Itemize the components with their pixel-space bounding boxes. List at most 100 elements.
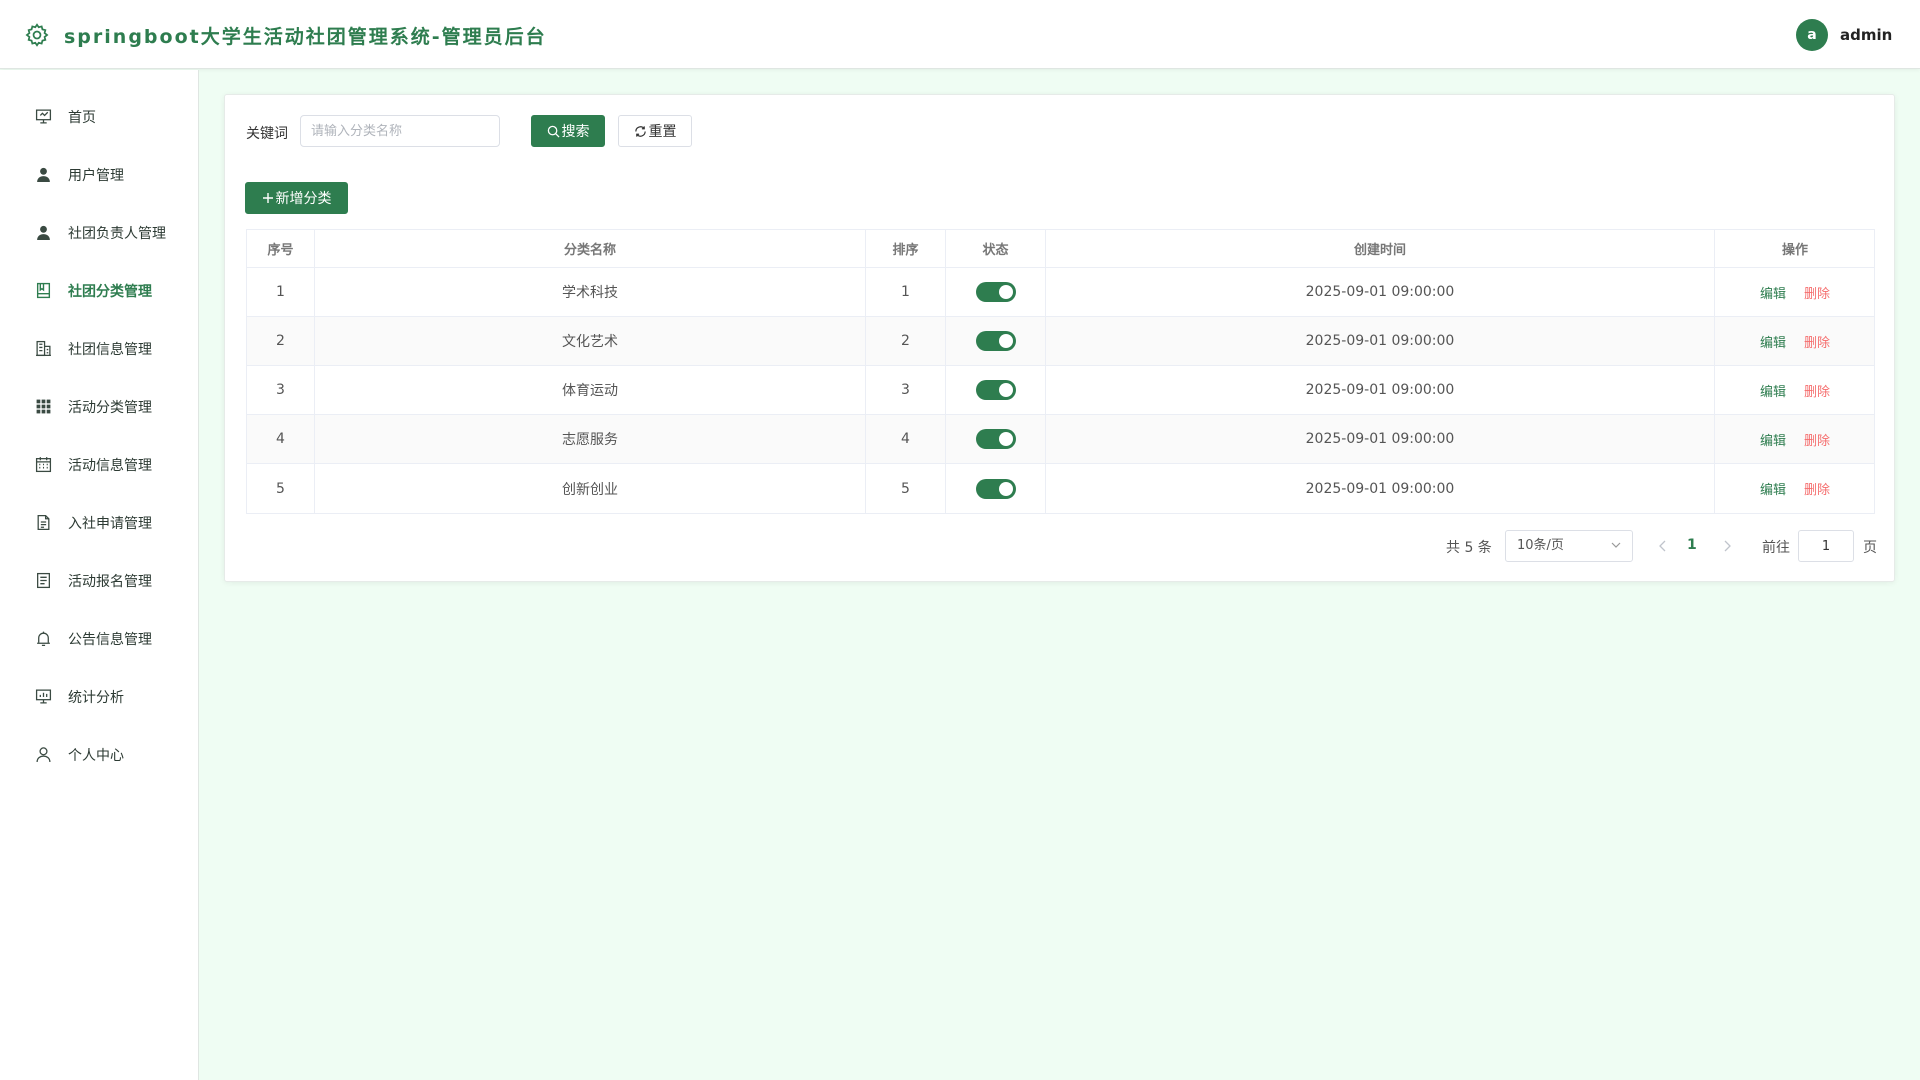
cell-sort: 3: [866, 366, 946, 414]
sidebar-item-label: 社团信息管理: [68, 342, 152, 358]
delete-link[interactable]: 删除: [1804, 381, 1830, 400]
category-table: 序号 分类名称 排序 状态 创建时间 操作 1 学术科技 1 2025-09-0…: [246, 229, 1875, 514]
sidebar-item-label: 首页: [68, 110, 96, 126]
page-suffix: 页: [1863, 540, 1877, 556]
sidebar-item-activity-categories[interactable]: 活动分类管理: [0, 384, 198, 428]
sidebar-item-label: 个人中心: [68, 748, 124, 764]
table-row: 4 志愿服务 4 2025-09-01 09:00:00 编辑 删除: [247, 415, 1874, 464]
cell-created: 2025-09-01 09:00:00: [1046, 415, 1715, 463]
cell-sort: 2: [866, 317, 946, 365]
sidebar-item-statistics[interactable]: 统计分析: [0, 674, 198, 718]
gear-icon: [25, 23, 49, 47]
cell-status: [946, 268, 1046, 316]
cell-name: 志愿服务: [315, 415, 866, 463]
sidebar-item-club-categories[interactable]: 社团分类管理: [0, 268, 198, 312]
sidebar-item-label: 统计分析: [68, 690, 124, 706]
cell-index: 4: [247, 415, 315, 463]
delete-link[interactable]: 删除: [1804, 430, 1830, 449]
column-header: 分类名称: [315, 230, 866, 267]
user-filled-icon: [37, 225, 50, 240]
sidebar-item-announcements[interactable]: 公告信息管理: [0, 616, 198, 660]
keyword-label: 关键词: [246, 126, 288, 142]
cell-name: 学术科技: [315, 268, 866, 316]
page-size-select[interactable]: 10条/页: [1505, 530, 1633, 562]
sidebar-item-label: 用户管理: [68, 168, 124, 184]
delete-link[interactable]: 删除: [1804, 283, 1830, 302]
notebook-icon: [36, 282, 51, 299]
sidebar-item-profile[interactable]: 个人中心: [0, 732, 198, 776]
cell-created: 2025-09-01 09:00:00: [1046, 464, 1715, 513]
search-button[interactable]: 搜索: [531, 115, 605, 147]
edit-link[interactable]: 编辑: [1760, 430, 1786, 449]
refresh-icon: [634, 125, 646, 137]
chevron-right-icon[interactable]: [1719, 538, 1735, 554]
delete-link[interactable]: 删除: [1804, 479, 1830, 498]
document-icon: [37, 514, 50, 531]
edit-link[interactable]: 编辑: [1760, 479, 1786, 498]
cell-status: [946, 366, 1046, 414]
page-number-current[interactable]: 1: [1687, 537, 1697, 553]
table-row: 5 创新创业 5 2025-09-01 09:00:00 编辑 删除: [247, 464, 1874, 513]
data-board-icon: [35, 689, 52, 704]
goto-label: 前往: [1762, 540, 1790, 556]
add-button-label: 新增分类: [275, 191, 332, 207]
sidebar-item-label: 活动信息管理: [68, 458, 152, 474]
status-switch[interactable]: [975, 380, 1016, 400]
cell-index: 3: [247, 366, 315, 414]
page-size-value: 10条/页: [1517, 538, 1564, 553]
column-header: 创建时间: [1046, 230, 1715, 267]
add-category-button[interactable]: 新增分类: [245, 182, 348, 214]
sidebar: 首页 用户管理 社团负责人管理 社团分类管理 社团信息管理 活动分类管理 活动信…: [0, 70, 199, 1080]
goto-page-input[interactable]: [1798, 530, 1854, 562]
cell-index: 5: [247, 464, 315, 513]
delete-link[interactable]: 删除: [1804, 332, 1830, 351]
sidebar-item-membership-applications[interactable]: 入社申请管理: [0, 500, 198, 544]
sidebar-item-label: 公告信息管理: [68, 632, 152, 648]
column-header: 操作: [1781, 243, 1808, 258]
reset-button[interactable]: 重置: [618, 115, 692, 147]
chevron-down-icon: [1611, 542, 1621, 548]
edit-link[interactable]: 编辑: [1760, 283, 1786, 302]
grid-icon: [36, 399, 51, 414]
table-row: 3 体育运动 3 2025-09-01 09:00:00 编辑 删除: [247, 366, 1874, 415]
status-switch[interactable]: [975, 429, 1016, 449]
cell-index: 1: [247, 268, 315, 316]
content-card: 关键词 搜索 重置 新增分类 序号 分类名称 排序 状态 创建时间 操作 1 学…: [224, 94, 1895, 582]
table-row: 1 学术科技 1 2025-09-01 09:00:00 编辑 删除: [247, 268, 1874, 317]
sidebar-item-users[interactable]: 用户管理: [0, 152, 198, 196]
username[interactable]: admin: [1840, 26, 1892, 44]
cell-sort: 4: [866, 415, 946, 463]
pagination-total: 共 5 条: [1446, 540, 1492, 556]
bell-icon: [37, 631, 50, 647]
cell-name: 文化艺术: [315, 317, 866, 365]
status-switch[interactable]: [975, 478, 1016, 499]
sidebar-item-activity-registrations[interactable]: 活动报名管理: [0, 558, 198, 602]
calendar-icon: [35, 457, 52, 473]
sidebar-item-activity-info[interactable]: 活动信息管理: [0, 442, 198, 486]
sidebar-item-home[interactable]: 首页: [0, 94, 198, 138]
edit-link[interactable]: 编辑: [1760, 332, 1786, 351]
column-header: 序号: [247, 230, 315, 267]
cell-index: 2: [247, 317, 315, 365]
search-icon: [547, 125, 560, 138]
presentation-icon: [35, 109, 52, 124]
sidebar-item-label: 活动分类管理: [68, 400, 152, 416]
sidebar-item-club-leaders[interactable]: 社团负责人管理: [0, 210, 198, 254]
top-header: springboot大学生活动社团管理系统-管理员后台 a admin: [0, 0, 1920, 69]
edit-link[interactable]: 编辑: [1760, 381, 1786, 400]
cell-name: 创新创业: [315, 464, 866, 513]
user-filled-icon: [37, 167, 50, 182]
app-title: springboot大学生活动社团管理系统-管理员后台: [64, 26, 547, 48]
cell-sort: 1: [866, 268, 946, 316]
search-input[interactable]: [300, 115, 500, 147]
sidebar-item-club-info[interactable]: 社团信息管理: [0, 326, 198, 370]
column-header: 排序: [866, 230, 946, 267]
tickets-icon: [37, 572, 50, 589]
status-switch[interactable]: [975, 282, 1016, 302]
column-header: 状态: [946, 230, 1046, 267]
avatar[interactable]: a: [1796, 19, 1828, 51]
sidebar-item-label: 社团负责人管理: [68, 226, 166, 242]
status-switch[interactable]: [975, 331, 1016, 351]
chevron-left-icon[interactable]: [1655, 538, 1671, 554]
cell-status: [946, 464, 1046, 513]
